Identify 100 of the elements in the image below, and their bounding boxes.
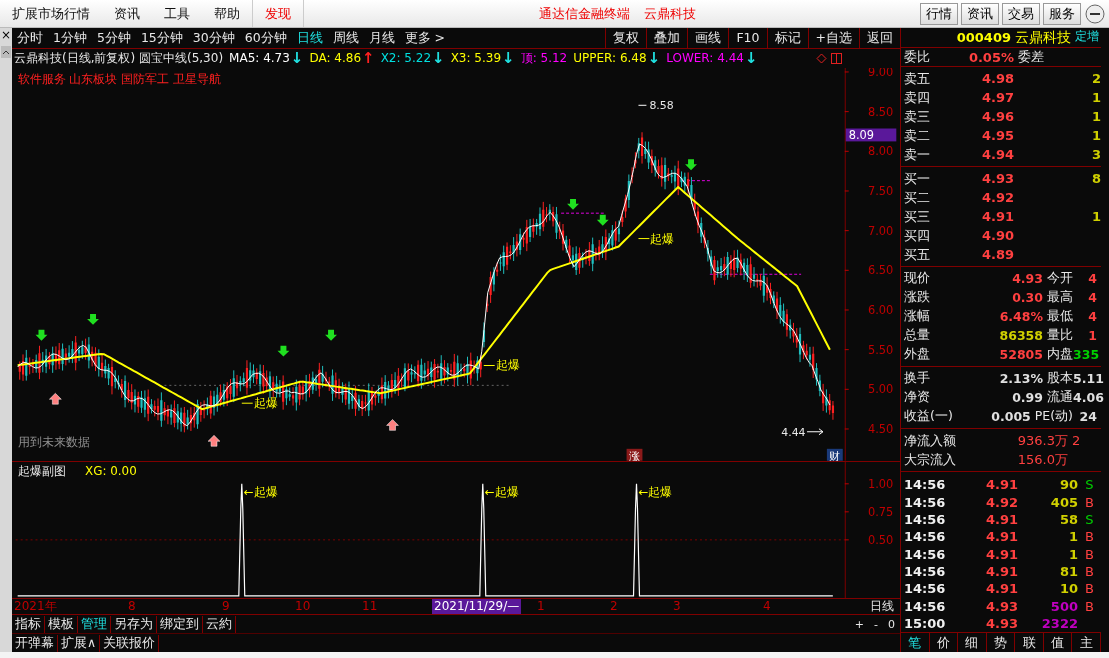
toolbar-button[interactable]: +自选 <box>807 28 859 48</box>
period-tab[interactable]: 30分钟 <box>187 29 240 47</box>
field-label: 最高 <box>1047 289 1073 307</box>
field-value: 0.005 <box>990 409 1032 425</box>
footer-tab[interactable]: 关联报价 <box>100 634 160 652</box>
period-tab[interactable]: 月线 <box>363 29 400 47</box>
banner-text: 云鼎科技 <box>644 4 696 23</box>
footer-tab[interactable]: 扩展∧ <box>58 634 101 652</box>
field-label: 委差 <box>1017 48 1045 67</box>
field-label: 涨跌 <box>904 289 930 307</box>
trade-price: 4.91 <box>984 581 1018 597</box>
trade-price: 4.91 <box>984 546 1018 562</box>
bottom-tab[interactable]: 绑定到 <box>157 615 203 633</box>
footer-tab[interactable]: 开弹幕 <box>12 634 58 652</box>
trade-volume: 500 <box>1049 598 1078 614</box>
order-level-label: 买五 <box>904 246 931 264</box>
panel-tab[interactable]: 势 <box>986 633 1016 652</box>
period-tab[interactable]: 15分钟 <box>135 29 188 47</box>
field-value: 156.0万 <box>1016 451 1068 469</box>
menu-item[interactable]: 发现 <box>252 0 304 27</box>
panel-tab[interactable]: 价 <box>929 633 959 652</box>
order-volume: 1 <box>1090 109 1101 125</box>
close-button[interactable]: × <box>0 28 12 42</box>
trade-volume: 1 <box>1067 529 1078 545</box>
trade-price: 4.91 <box>984 512 1018 528</box>
leader-line <box>638 237 650 239</box>
trade-price: 4.91 <box>984 477 1018 493</box>
panel-tab[interactable]: 笔 <box>901 633 930 652</box>
trend-arrow: ↓ <box>432 50 445 66</box>
trade-time: 14:56 <box>904 512 947 528</box>
menu-item[interactable]: 扩展市场行情 <box>0 4 102 23</box>
axis-label: 0.50 <box>868 532 894 547</box>
trade-volume: 81 <box>1058 563 1078 579</box>
bottom-tab[interactable]: 管理 <box>78 615 111 633</box>
chart-title: 云鼎科技(日线,前复权) 圆宝中线(5,30) <box>14 49 224 67</box>
panel-tab[interactable]: 主 <box>1072 633 1102 652</box>
menu-item[interactable]: 工具 <box>152 4 202 23</box>
period-tab[interactable]: 更多 > <box>399 29 451 47</box>
trend-arrow: ↑ <box>362 50 375 66</box>
period-tab[interactable]: 5分钟 <box>91 29 136 47</box>
panel-tab[interactable]: 联 <box>1015 633 1044 652</box>
time-axis-label: 8 <box>128 599 136 615</box>
bottom-tab[interactable]: 模板 <box>45 615 78 633</box>
bottom-tab[interactable]: 云約 <box>203 615 236 633</box>
bottom-tab[interactable]: 指标 <box>12 615 45 633</box>
period-tab[interactable]: 1分钟 <box>48 29 92 47</box>
panel-icon[interactable] <box>831 52 842 64</box>
trade-side: B <box>1084 529 1095 545</box>
order-level-label: 买三 <box>904 208 931 226</box>
panel-tab[interactable]: 细 <box>958 633 987 652</box>
axis-label: 0.75 <box>868 504 894 519</box>
signal-label: ←起爆 <box>484 484 519 499</box>
field-label: 最低 <box>1047 308 1073 326</box>
toolbar-button[interactable]: F10 <box>728 28 767 48</box>
time-axis-label: 9 <box>222 599 230 615</box>
field-label: 收益(一) <box>904 408 953 426</box>
top-button[interactable]: 行情 <box>920 2 958 25</box>
toolbar-button[interactable]: 标记 <box>766 28 808 48</box>
trade-volume: 90 <box>1058 477 1078 493</box>
toolbar-button[interactable]: 复权 <box>605 28 647 48</box>
trade-volume: 58 <box>1058 512 1078 528</box>
axis-label: 4.50 <box>867 421 894 436</box>
period-tab[interactable]: 分时 <box>12 29 48 47</box>
axis-label: 1.00 <box>868 476 894 491</box>
order-price: 4.92 <box>980 190 1014 206</box>
order-volume: 8 <box>1090 171 1101 187</box>
top-button[interactable]: 资讯 <box>961 2 999 25</box>
trade-price: 4.91 <box>984 563 1018 579</box>
period-tab[interactable]: 60分钟 <box>239 29 292 47</box>
order-level-label: 买二 <box>904 189 931 207</box>
field-label: 内盘 <box>1047 346 1073 364</box>
panel-tab[interactable]: 值 <box>1043 633 1073 652</box>
field-value: 0.05% <box>967 49 1014 65</box>
arrow-icon <box>806 428 824 436</box>
low-price-label: 4.44 <box>781 425 806 439</box>
signal-label: ←起爆 <box>243 484 278 499</box>
top-button[interactable]: 服务 <box>1043 2 1081 25</box>
toolbar-button[interactable]: 返回 <box>859 28 900 48</box>
field-value: 0.30 <box>1011 290 1044 306</box>
trade-side: B <box>1084 494 1095 510</box>
time-axis-label: 10 <box>295 599 311 615</box>
zoom-control[interactable]: - <box>869 617 883 631</box>
toolbar-button[interactable]: 叠加 <box>646 28 688 48</box>
time-axis-label: 1 <box>537 599 545 615</box>
minimize-icon[interactable] <box>1085 3 1105 24</box>
period-tab[interactable]: 周线 <box>327 29 364 47</box>
menu-item[interactable]: 帮助 <box>202 4 252 23</box>
menu-item[interactable]: 资讯 <box>102 4 152 23</box>
zoom-control[interactable]: 0 <box>883 617 900 631</box>
axis-label: 5.50 <box>867 342 894 357</box>
zoom-control[interactable]: + <box>849 617 869 631</box>
top-button[interactable]: 交易 <box>1002 2 1040 25</box>
scroll-up-icon[interactable] <box>1 46 11 58</box>
field-label: 流通 <box>1047 389 1073 407</box>
period-tab[interactable]: 日线 <box>291 29 328 47</box>
bottom-tab[interactable]: 另存为 <box>111 615 157 633</box>
trade-side: B <box>1084 598 1095 614</box>
toolbar-button[interactable]: 画线 <box>687 28 729 48</box>
trade-volume: 405 <box>1049 494 1078 510</box>
axis-label: 8.50 <box>867 104 894 119</box>
